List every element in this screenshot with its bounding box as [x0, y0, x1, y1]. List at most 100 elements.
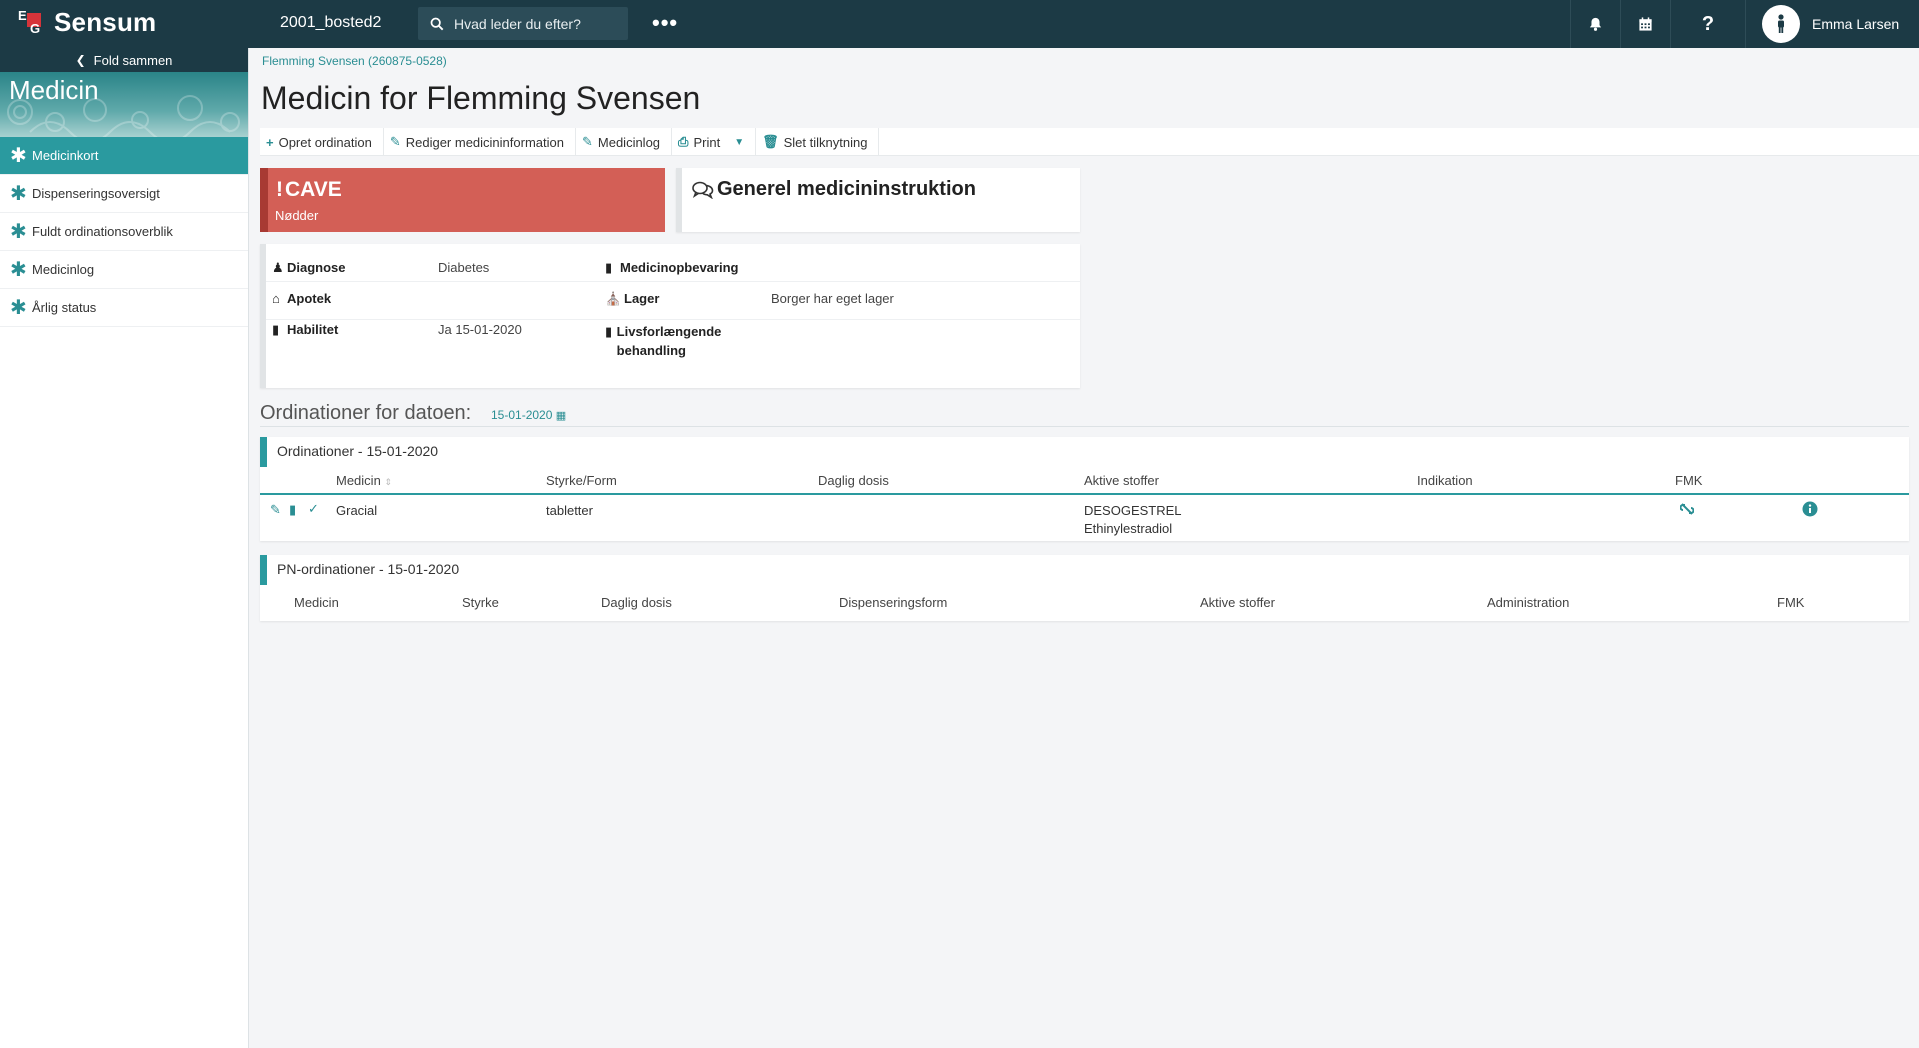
pencil-icon: ✎: [581, 134, 593, 149]
breadcrumb[interactable]: Flemming Svensen (260875-0528): [262, 54, 447, 68]
logo[interactable]: E G Sensum: [18, 7, 156, 38]
column-header-fmk: FMK: [1675, 473, 1703, 488]
search-icon: [430, 17, 444, 30]
column-header-medicin[interactable]: Medicin ⇕: [336, 473, 392, 488]
trash-icon: ▮: [605, 260, 613, 275]
habilitet-label: ▮ Habilitet: [272, 322, 339, 337]
livsforlaengende-label: ▮ Livsforlængende behandling: [605, 324, 722, 358]
column-header-stoffer: Aktive stoffer: [1200, 595, 1275, 610]
column-header-dosis: Daglig dosis: [818, 473, 889, 488]
sidebar-item-dispenseringsoversigt[interactable]: ✱ Dispenseringsoversigt: [0, 175, 248, 213]
sidebar-item-aarlig-status[interactable]: ✱ Årlig status: [0, 289, 248, 327]
sidebar-item-ordinationsoverblik[interactable]: ✱ Fuldt ordinationsoverblik: [0, 213, 248, 251]
ordinations-date-picker[interactable]: 15-01-2020 ▦: [491, 408, 566, 422]
instruction-title: Generel medicininstruktion: [692, 178, 976, 201]
panel-title: Ordinationer - 15-01-2020: [260, 437, 1909, 467]
sidebar-item-label: Årlig status: [32, 300, 97, 315]
avatar: [1762, 5, 1800, 43]
asterisk-icon: ✱: [10, 258, 27, 281]
delete-row-button[interactable]: ▮: [289, 502, 296, 518]
fold-sidebar-button[interactable]: ❮ Fold sammen: [0, 48, 248, 72]
button-label: Print: [693, 134, 721, 150]
user-menu[interactable]: Emma Larsen: [1745, 0, 1919, 48]
search-box[interactable]: [418, 7, 628, 40]
lager-label: ⛪ Lager: [605, 291, 660, 306]
eg-logo-icon: E G: [18, 7, 41, 36]
tenant-selector[interactable]: 2001_bosted2: [280, 14, 381, 32]
pn-ordinations-panel: PN-ordinationer - 15-01-2020 Medicin Sty…: [260, 555, 1909, 621]
chevron-left-icon: ❮: [75, 53, 86, 67]
header-underline: [260, 493, 1909, 495]
logo-text: Sensum: [54, 7, 157, 37]
trash-icon: 🗑: [762, 134, 779, 149]
bell-icon: [1589, 17, 1602, 31]
diagnose-value: Diabetes: [438, 260, 490, 275]
section-title: Medicin: [9, 75, 99, 105]
question-icon: ?: [1701, 12, 1715, 35]
edit-medicine-info-button[interactable]: ✎ Rediger medicininformation: [384, 128, 576, 156]
delete-link-button[interactable]: 🗑 Slet tilknytning: [756, 128, 880, 156]
info-button[interactable]: [1802, 501, 1818, 520]
habilitet-value: Ja 15-01-2020: [438, 322, 522, 337]
exclamation-icon: !: [276, 178, 283, 201]
button-label: Medicinlog: [597, 134, 661, 150]
comments-icon: [692, 181, 714, 199]
cave-card[interactable]: !CAVE Nødder: [260, 168, 665, 232]
search-input[interactable]: [454, 15, 624, 32]
sort-icon: ⇕: [384, 477, 392, 487]
trash-icon: ▮: [289, 502, 297, 517]
button-label: Opret ordination: [278, 134, 372, 150]
column-header-fmk: FMK: [1777, 595, 1805, 610]
column-header-indikation: Indikation: [1417, 473, 1473, 488]
fmk-unlinked-button[interactable]: [1679, 502, 1695, 519]
sidebar-item-label: Medicinlog: [32, 262, 95, 277]
notifications-button[interactable]: [1570, 0, 1620, 48]
ordinations-heading: Ordinationer for datoen:: [260, 402, 472, 424]
sidebar-item-medicinkort[interactable]: ✱ Medicinkort: [0, 137, 248, 175]
unlink-icon: [1679, 503, 1695, 515]
sidebar-item-label: Medicinkort: [32, 148, 99, 163]
button-label: Rediger medicininformation: [405, 134, 564, 150]
toolbar: + Opret ordination ✎ Rediger medicininfo…: [260, 128, 1919, 156]
date-value: 15-01-2020: [491, 408, 553, 422]
diagnose-label: ♟ Diagnose: [272, 260, 346, 275]
suitcase-icon: ▮: [272, 322, 280, 337]
confirm-row-button[interactable]: ✓: [308, 501, 319, 517]
calendar-button[interactable]: [1620, 0, 1670, 48]
check-icon: ✓: [308, 501, 319, 516]
button-label: Slet tilknytning: [783, 134, 868, 150]
general-instruction-card[interactable]: Generel medicininstruktion: [676, 168, 1080, 232]
asterisk-icon: ✱: [10, 296, 27, 319]
plus-icon: +: [266, 134, 274, 150]
user-md-icon: ♟: [272, 260, 284, 275]
column-header-stoffer: Aktive stoffer: [1084, 473, 1159, 488]
column-header-administration: Administration: [1487, 595, 1570, 610]
column-header-dosis: Daglig dosis: [601, 595, 672, 610]
info-row: [266, 282, 1080, 320]
pencil-icon: ✎: [389, 134, 401, 149]
divider: [260, 426, 1909, 427]
column-header-medicin: Medicin: [294, 595, 339, 610]
pencil-icon: ✎: [270, 502, 281, 517]
cave-title: !CAVE: [276, 178, 342, 201]
caret-down-icon[interactable]: ▼: [734, 137, 744, 148]
calendar-icon: ▦: [555, 410, 567, 422]
sidebar: ❮ Fold sammen Medicin ✱ Medicinkort ✱ Di…: [0, 48, 249, 1048]
printer-icon: ⎙: [678, 134, 689, 149]
styrke-cell: tabletter: [546, 503, 593, 518]
panel-title: PN-ordinationer - 15-01-2020: [260, 555, 1909, 585]
help-button[interactable]: ?: [1670, 0, 1745, 48]
print-button[interactable]: ⎙ Print ▼: [672, 128, 757, 156]
main-content: Flemming Svensen (260875-0528) Medicin f…: [250, 48, 1919, 1048]
column-header-styrke: Styrke: [462, 595, 499, 610]
more-menu-button[interactable]: •••: [652, 10, 678, 36]
sidebar-item-label: Dispenseringsoversigt: [32, 186, 160, 201]
edit-row-button[interactable]: ✎: [270, 502, 281, 518]
create-ordination-button[interactable]: + Opret ordination: [260, 128, 384, 156]
top-bar: E G Sensum 2001_bosted2 ••• ? Emma Larse…: [0, 0, 1919, 48]
medicine-info-card: ♟ Diagnose Diabetes ▮ Medicinopbevaring ⌂ A…: [260, 244, 1080, 388]
cave-subtitle: Nødder: [275, 208, 319, 223]
medicinlog-button[interactable]: ✎ Medicinlog: [576, 128, 673, 156]
lager-value: Borger har eget lager: [771, 291, 894, 306]
sidebar-item-medicinlog[interactable]: ✱ Medicinlog: [0, 251, 248, 289]
